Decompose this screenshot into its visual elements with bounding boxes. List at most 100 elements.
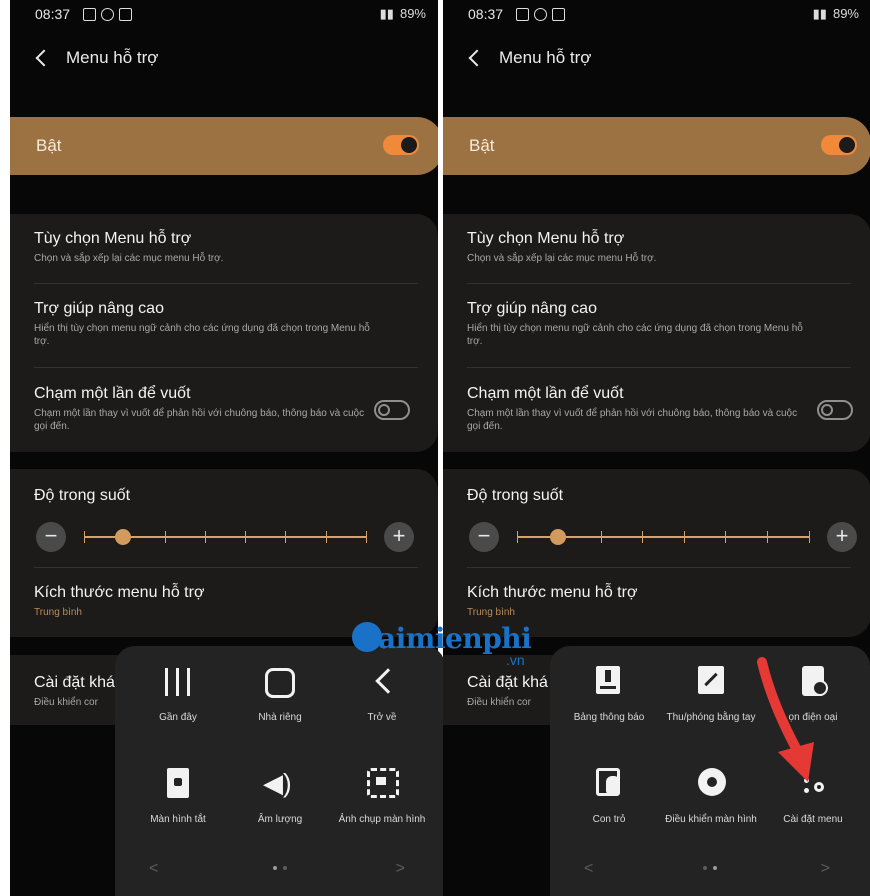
screenshot-icon (329, 766, 435, 814)
slider-tick (725, 531, 727, 543)
slider-track[interactable] (84, 529, 367, 545)
image-icon (552, 8, 565, 21)
slider-thumb[interactable] (549, 529, 566, 545)
page-title: Menu hỗ trợ (66, 48, 159, 67)
top-app-bar: Menu hỗ trợ (465, 48, 591, 68)
option-title: Chạm một lần để vuốt (34, 385, 191, 402)
back-icon[interactable] (35, 49, 53, 67)
assistant-item-recents[interactable]: Gần đây (125, 664, 231, 724)
transparency-slider[interactable]: − + (469, 522, 857, 552)
assistant-item-label: Bảng thông báo (573, 712, 645, 723)
notification-panel-icon (556, 664, 662, 712)
slider-tick (84, 531, 85, 543)
system-status: ▮▮ 89% (380, 6, 426, 22)
page-title: Menu hỗ trợ (499, 48, 592, 67)
notification-icons (83, 8, 132, 21)
assistant-item-label: Màn hình tắt (150, 814, 206, 825)
slider-tick (642, 531, 644, 543)
assistant-menu-pager: < > (115, 860, 445, 880)
home-icon (227, 664, 333, 712)
master-switch-row[interactable]: Bật (443, 117, 870, 175)
signal-icon: ▮▮ (812, 6, 827, 21)
option-title: Trợ giúp nâng cao (467, 300, 597, 317)
page-indicator (703, 866, 717, 870)
option-title: Độ trong suốt (467, 487, 564, 504)
option-value: Trung bình (34, 607, 82, 618)
slider-track[interactable] (517, 529, 810, 545)
single-tap-toggle[interactable] (817, 400, 853, 420)
assistant-item-home[interactable]: Nhà riêng (227, 664, 333, 724)
slider-tick (517, 531, 518, 543)
master-switch-label: Bật (36, 136, 62, 155)
master-toggle[interactable] (821, 135, 857, 155)
divider (34, 567, 418, 568)
slider-tick (285, 531, 287, 543)
slider-tick (245, 531, 247, 543)
slider-tick (164, 531, 166, 543)
watermark: aimienphi .vn (348, 618, 548, 674)
slider-tick (809, 531, 810, 543)
slider-tick (683, 531, 685, 543)
option-menu-size[interactable]: Kích thước menu hỗ trợ Trung bình (467, 584, 851, 619)
option-transparency: Độ trong suốt (34, 487, 418, 505)
download-icon (534, 8, 547, 21)
assistant-item-lock-screen[interactable]: Màn hình tắt (125, 766, 231, 826)
gallery-icon (83, 8, 96, 21)
assistant-item-label: Nhà riêng (258, 712, 302, 723)
next-page-button[interactable]: > (396, 860, 405, 878)
cursor-icon (556, 766, 662, 814)
lock-screen-icon (125, 766, 231, 814)
signal-icon: ▮▮ (379, 6, 394, 21)
option-title: Tùy chọn Menu hỗ trợ (34, 230, 192, 247)
download-icon (101, 8, 114, 21)
plus-button[interactable]: + (827, 522, 857, 552)
assistant-item-screenshot[interactable]: Ảnh chụp màn hình (329, 766, 435, 826)
divider (467, 283, 851, 284)
assistant-item-notification-panel[interactable]: Bảng thông báo (556, 664, 662, 724)
slider-tick (204, 531, 206, 543)
master-switch-row[interactable]: Bật (10, 117, 438, 175)
prev-page-button[interactable]: < (149, 860, 158, 878)
master-toggle[interactable] (383, 135, 419, 155)
option-title: Kích thước menu hỗ trợ (467, 584, 638, 601)
option-single-tap[interactable]: Chạm một lần để vuốt Chạm một lần thay v… (34, 385, 418, 433)
plus-button[interactable]: + (384, 522, 414, 552)
option-subtitle: Chọn và sắp xếp lại các mục menu Hỗ trợ. (34, 253, 224, 264)
status-bar: 08:37 ▮▮ 89% (35, 6, 426, 26)
assistant-item-cursor[interactable]: Con trỏ (556, 766, 662, 826)
minus-button[interactable]: − (469, 522, 499, 552)
single-tap-toggle[interactable] (374, 400, 410, 420)
watermark-brand: aimienphi (378, 622, 532, 655)
status-bar: 08:37 ▮▮ 89% (468, 6, 859, 26)
assistant-item-label: Con trỏ (592, 814, 626, 825)
option-title: Tùy chọn Menu hỗ trợ (467, 230, 625, 247)
option-single-tap[interactable]: Chạm một lần để vuốt Chạm một lần thay v… (467, 385, 851, 433)
watermark-suffix: .vn (506, 652, 525, 668)
assistant-menu-panel: Gần đây Nhà riêng Trở về Màn hình tắt ◀)… (115, 646, 445, 896)
option-advanced-help[interactable]: Trợ giúp nâng cao Hiển thị tùy chọn menu… (34, 300, 418, 348)
option-menu-options[interactable]: Tùy chọn Menu hỗ trợ Chọn và sắp xếp lại… (34, 230, 418, 265)
minus-button[interactable]: − (36, 522, 66, 552)
page-indicator (273, 866, 287, 870)
option-subtitle: Chạm một lần thay vì vuốt để phản hồi vớ… (34, 408, 365, 432)
option-menu-size[interactable]: Kích thước menu hỗ trợ Trung bình (34, 584, 418, 619)
gallery-icon (516, 8, 529, 21)
next-page-button[interactable]: > (821, 860, 830, 878)
slider-thumb[interactable] (115, 529, 132, 545)
option-subtitle: Chạm một lần thay vì vuốt để phản hồi vớ… (467, 408, 798, 432)
transparency-slider[interactable]: − + (36, 522, 414, 552)
assistant-item-volume[interactable]: ◀) Âm lượng (227, 766, 333, 826)
option-subtitle: Hiển thị tùy chọn menu ngữ cảnh cho các … (34, 323, 370, 347)
status-time: 08:37 (35, 6, 71, 22)
assistant-item-label: Trở về (367, 712, 397, 723)
divider (467, 567, 851, 568)
divider (34, 367, 418, 368)
option-subtitle: Hiển thị tùy chọn menu ngữ cảnh cho các … (467, 323, 803, 347)
option-title: Chạm một lần để vuốt (467, 385, 624, 402)
option-advanced-help[interactable]: Trợ giúp nâng cao Hiển thị tùy chọn menu… (467, 300, 851, 348)
status-time: 08:37 (468, 6, 504, 22)
system-status: ▮▮ 89% (813, 6, 859, 22)
option-menu-options[interactable]: Tùy chọn Menu hỗ trợ Chọn và sắp xếp lại… (467, 230, 851, 265)
prev-page-button[interactable]: < (584, 860, 593, 878)
back-icon[interactable] (468, 49, 486, 67)
